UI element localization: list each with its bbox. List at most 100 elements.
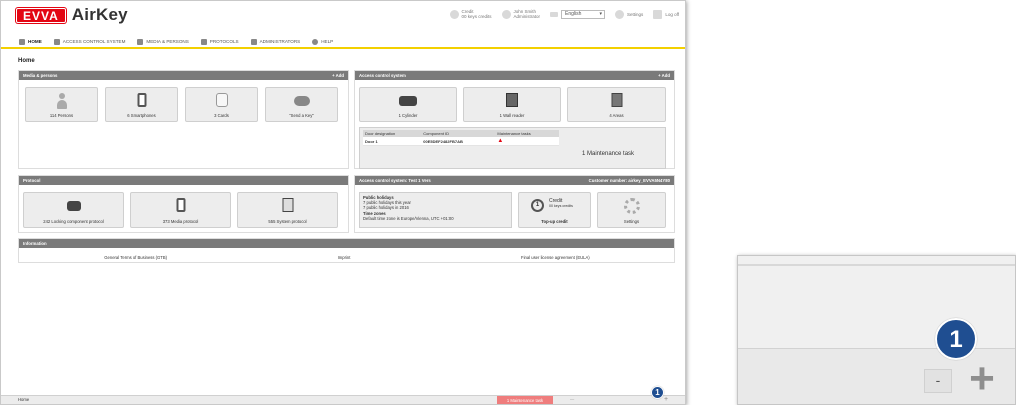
cylinder-tile[interactable]: 1 Cylinder (359, 87, 457, 122)
add-button[interactable]: + Add (658, 71, 670, 80)
credit-sub: 00 keys credits (549, 204, 573, 208)
callout-badge: 1 (651, 386, 664, 399)
wall-reader-tile[interactable]: 1 Wall reader (463, 87, 561, 122)
add-button[interactable]: + Add (332, 71, 344, 80)
maintenance-box[interactable]: Door designation Component ID Maintenanc… (359, 127, 666, 169)
protocol-panel: Protocol 242 Locking component protocol … (18, 175, 349, 233)
smartphone-icon (137, 93, 146, 107)
cylinder-icon (399, 96, 417, 106)
status-bar: Home 1 Maintenance task — + (1, 395, 685, 404)
table-row[interactable]: Door 1 00E5DEF2482FB7AB ▲ (363, 137, 559, 146)
table-cell: 00E5DEF2482FB7AB (421, 137, 496, 146)
tile-label: 3 Cards (214, 113, 229, 118)
nav-label: Home (28, 39, 42, 44)
main-nav: Home Access control system Media & Perso… (1, 36, 685, 49)
gtb-link[interactable]: General Terms of Business (GTB) (104, 255, 167, 260)
expand-button[interactable]: + (962, 357, 1002, 401)
tile-label: 4 Areas (609, 113, 624, 118)
smartphones-tile[interactable]: 6 Smartphones (105, 87, 178, 122)
tile-label: Top-up credit (541, 219, 568, 224)
nav-label: Access control system (62, 39, 126, 44)
logoff-label: Log off (665, 11, 679, 17)
maintenance-task-text[interactable]: 1 Maintenance task (582, 151, 634, 157)
panel-title: Access control system: Test 1 Vers (359, 178, 431, 183)
nav-help[interactable]: Help (312, 38, 333, 45)
media-persons-panel: Media & persons + Add 114 Persons 6 Smar… (18, 70, 349, 169)
panel-header: Media & persons + Add (19, 71, 348, 80)
nav-home[interactable]: Home (19, 38, 42, 45)
cards-tile[interactable]: 3 Cards (185, 87, 258, 122)
credit-indicator[interactable]: Credit 00 keys credits (449, 9, 492, 19)
customer-number: Customer number: airkey_EVVA5N4Y80 (588, 178, 670, 183)
credit-count: 1 (531, 199, 544, 212)
user-role: Administrator (513, 14, 541, 19)
locking-protocol-tile[interactable]: 242 Locking component protocol (23, 192, 124, 228)
tile-label: 373 Media protocol (162, 219, 199, 224)
lock-icon (53, 38, 60, 45)
access-control-panel: Access control system + Add 1 Cylinder 1… (354, 70, 675, 169)
nav-access-control[interactable]: Access control system (53, 38, 126, 45)
areas-tile[interactable]: 4 Areas (567, 87, 666, 122)
eula-link[interactable]: Final user license agreement (EULA) (521, 255, 590, 260)
tile-label: 6 Smartphones (127, 113, 156, 118)
information-links: General Terms of Business (GTB) Imprint … (19, 255, 675, 260)
credit-value: 00 keys credits (461, 14, 492, 19)
settings-link[interactable]: Settings (615, 9, 644, 19)
nav-protocols[interactable]: Protocols (200, 38, 239, 45)
logoff-link[interactable]: Log off (653, 9, 679, 19)
panel-title: Media & persons (23, 73, 58, 78)
column-header: Maintenance tasks (495, 130, 559, 137)
table-cell: ▲ (495, 137, 559, 146)
language-select[interactable]: English (561, 9, 606, 19)
holidays-timezones-box[interactable]: Public holidays 7 public holidays this y… (359, 192, 512, 228)
expand-button[interactable]: + (664, 396, 668, 404)
user-menu[interactable]: John Smith Administrator (501, 9, 541, 19)
time-zones-line: Default time zone is Europe/Vienna, UTC … (363, 215, 454, 221)
media-protocol-tile[interactable]: 373 Media protocol (130, 192, 231, 228)
maintenance-table: Door designation Component ID Maintenanc… (363, 130, 559, 146)
settings-tile[interactable]: Settings (597, 192, 666, 228)
media-protocol-icon (176, 198, 185, 212)
protocol-icon (200, 38, 207, 45)
status-maintenance[interactable]: 1 Maintenance task (497, 396, 553, 404)
help-icon (312, 38, 319, 45)
panel-title: Protocol (23, 178, 41, 183)
panel-header: Access control system + Add (355, 71, 674, 80)
person-icon (56, 93, 67, 109)
status-home: Home (18, 397, 30, 402)
minimize-button[interactable]: - (924, 369, 952, 393)
settings-label: Settings (627, 11, 644, 17)
nav-media-persons[interactable]: Media & Persons (137, 38, 189, 45)
page-title: Home (18, 58, 35, 64)
panel-header: Information (19, 239, 674, 248)
airkey-screenshot: EVVA AirKey Credit 00 keys credits John … (0, 0, 686, 405)
access-test-panel: Access control system: Test 1 Vers Custo… (354, 175, 675, 233)
locking-protocol-icon (66, 201, 81, 211)
warning-icon: ▲ (497, 138, 504, 144)
minimize-button[interactable]: — (570, 396, 574, 404)
system-protocol-tile[interactable]: 555 System protocol (237, 192, 338, 228)
persons-tile[interactable]: 114 Persons (25, 87, 98, 122)
panel-title: Information (23, 241, 47, 246)
credit-icon (449, 9, 459, 19)
send-a-key-tile[interactable]: "Send a Key" (265, 87, 338, 122)
key-send-icon (293, 96, 310, 106)
top-right-controls: Credit 00 keys credits John Smith Admini… (449, 9, 679, 19)
panel-header: Protocol (19, 176, 348, 185)
tile-label: 555 System protocol (268, 219, 307, 224)
nav-administrators[interactable]: Administrators (250, 38, 300, 45)
tile-label: 1 Wall reader (499, 113, 525, 118)
tile-label: "Send a Key" (289, 113, 314, 118)
column-header: Door designation (363, 130, 422, 137)
table-cell: Door 1 (363, 137, 422, 146)
tile-label: Settings (623, 219, 640, 224)
table-header-row: Door designation Component ID Maintenanc… (363, 130, 559, 137)
imprint-link[interactable]: Imprint (338, 255, 351, 260)
evva-logo[interactable]: EVVA AirKey (16, 5, 128, 24)
flag-icon (550, 11, 559, 17)
tile-label: 114 Persons (49, 113, 74, 118)
top-up-credit-tile[interactable]: 1 Credit 00 keys credits Top-up credit (518, 192, 591, 228)
panel-header: Access control system: Test 1 Vers Custo… (355, 176, 674, 185)
nav-label: Protocols (209, 39, 239, 44)
nav-label: Media & Persons (146, 39, 189, 44)
